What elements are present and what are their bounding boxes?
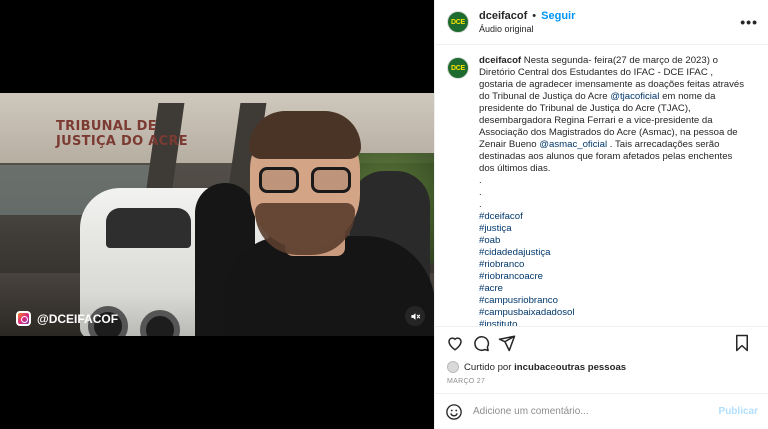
glasses-lens bbox=[311, 167, 351, 193]
hashtag-link[interactable]: #dceifacof bbox=[479, 211, 747, 223]
like-button[interactable] bbox=[445, 333, 465, 353]
save-button[interactable] bbox=[732, 333, 752, 353]
liker-avatar[interactable] bbox=[447, 361, 459, 373]
avatar-text: DCE bbox=[451, 64, 465, 72]
share-button[interactable] bbox=[497, 333, 517, 353]
likes-prefix: Curtido por bbox=[464, 361, 512, 373]
comment-bar: Publicar bbox=[435, 393, 768, 429]
car-window bbox=[106, 208, 191, 248]
header-line: dceifacof • Seguir bbox=[479, 10, 575, 22]
username-link[interactable]: dceifacof bbox=[479, 10, 527, 22]
audio-link[interactable]: Áudio original bbox=[479, 24, 575, 34]
follow-button[interactable]: Seguir bbox=[541, 10, 575, 22]
caption-area: DCE dceifacof Nesta segunda- feira(27 de… bbox=[435, 45, 768, 327]
caption-dot: . bbox=[479, 199, 482, 210]
hashtag-link[interactable]: #instituto bbox=[479, 319, 747, 326]
post-modal: TRIBUNAL DE JUSTIÇA DO ACRE @DCEIFACOF D… bbox=[0, 0, 768, 429]
caption-username[interactable]: dceifacof bbox=[479, 55, 521, 66]
hashtag-link[interactable]: #riobranco bbox=[479, 259, 747, 271]
heart-icon bbox=[448, 337, 462, 351]
mention-link[interactable]: @asmac_oficial bbox=[539, 139, 607, 150]
caption-dot: . bbox=[479, 187, 482, 198]
hashtag-link[interactable]: #oab bbox=[479, 235, 747, 247]
mute-button[interactable] bbox=[405, 306, 425, 326]
avatar[interactable]: DCE bbox=[447, 11, 469, 33]
more-options-button[interactable]: ••• bbox=[740, 14, 758, 30]
speaker-muted-icon bbox=[410, 312, 420, 320]
caption-text: dceifacof Nesta segunda- feira(27 de mar… bbox=[479, 55, 747, 326]
post-sidebar: DCE dceifacof • Seguir Áudio original ••… bbox=[434, 0, 768, 429]
likes-others-link[interactable]: outras pessoas bbox=[556, 362, 626, 373]
hashtag-link[interactable]: #cidadedajustiça bbox=[479, 247, 747, 259]
caption-avatar[interactable]: DCE bbox=[447, 57, 469, 79]
man-hair bbox=[249, 111, 361, 159]
send-icon bbox=[498, 335, 516, 352]
hashtag-link[interactable]: #riobrancoacre bbox=[479, 271, 747, 283]
media-panel: TRIBUNAL DE JUSTIÇA DO ACRE @DCEIFACOF bbox=[0, 0, 434, 429]
hashtag-link[interactable]: #campusbaixadadosol bbox=[479, 307, 747, 319]
hashtag-link[interactable]: #acre bbox=[479, 283, 747, 295]
action-bar bbox=[435, 327, 768, 359]
avatar-text: DCE bbox=[451, 18, 465, 26]
mention-link[interactable]: @tjacoficial bbox=[610, 91, 659, 102]
hashtag-link[interactable]: #justiça bbox=[479, 223, 747, 235]
comment-input[interactable] bbox=[473, 406, 719, 417]
publish-button[interactable]: Publicar bbox=[719, 406, 758, 417]
liker-username[interactable]: incubac bbox=[514, 362, 550, 373]
likes-row: Curtido por incubac e outras pessoas bbox=[435, 359, 768, 375]
car-wheel bbox=[140, 310, 180, 336]
bookmark-icon bbox=[736, 334, 748, 352]
comment-button[interactable] bbox=[471, 333, 491, 353]
post-header: DCE dceifacof • Seguir Áudio original ••… bbox=[435, 0, 768, 45]
caption-dot: . bbox=[479, 175, 482, 186]
video-handle-text: @DCEIFACOF bbox=[37, 311, 119, 326]
comment-icon bbox=[474, 336, 490, 352]
video-player[interactable]: TRIBUNAL DE JUSTIÇA DO ACRE @DCEIFACOF bbox=[0, 93, 434, 336]
instagram-icon bbox=[16, 311, 31, 326]
video-man bbox=[225, 111, 434, 336]
video-overlay-text: TRIBUNAL DE JUSTIÇA DO ACRE bbox=[56, 119, 188, 149]
emoji-icon[interactable] bbox=[445, 403, 463, 421]
header-text: dceifacof • Seguir Áudio original bbox=[479, 10, 575, 34]
post-date[interactable]: MARÇO 27 bbox=[435, 375, 768, 393]
separator: • bbox=[532, 10, 537, 22]
video-handle: @DCEIFACOF bbox=[16, 311, 118, 326]
hashtag-link[interactable]: #campusriobranco bbox=[479, 295, 747, 307]
glasses-lens bbox=[259, 167, 299, 193]
